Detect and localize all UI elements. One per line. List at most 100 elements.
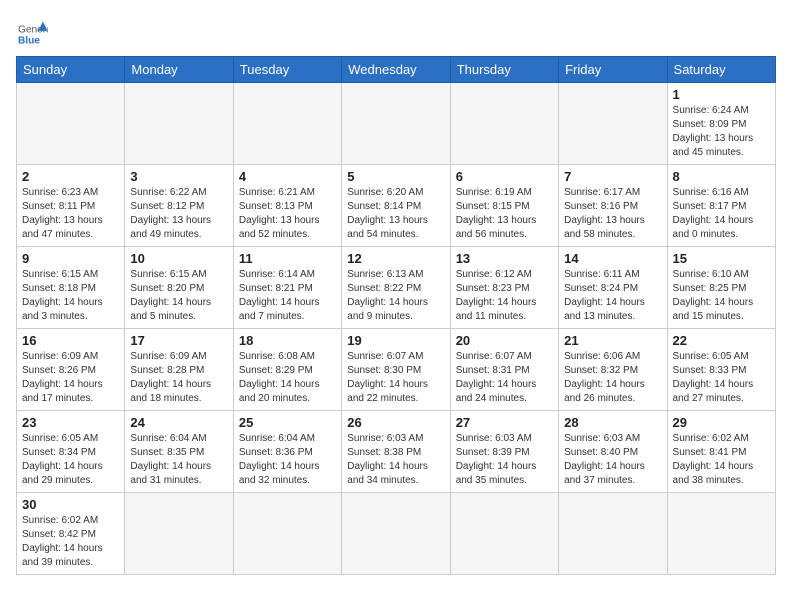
calendar-cell: 9 Sunrise: 6:15 AM Sunset: 8:18 PM Daylig… (17, 247, 125, 329)
day-info: Sunrise: 6:08 AM Sunset: 8:29 PM Dayligh… (239, 350, 336, 406)
calendar-week-1: 1Sunrise: 6:24 AM Sunset: 8:09 PM Daylig… (17, 83, 776, 165)
calendar-header-row: SundayMondayTuesdayWednesdayThursdayFrid… (17, 57, 776, 83)
day-info: Sunrise: 6:05 AM Sunset: 8:34 PM Dayligh… (22, 432, 119, 488)
calendar-cell (342, 493, 450, 575)
calendar-cell (667, 493, 775, 575)
day-number: 17 (130, 333, 227, 348)
calendar-cell: 1Sunrise: 6:24 AM Sunset: 8:09 PM Daylig… (667, 83, 775, 165)
calendar-cell: 14 Sunrise: 6:11 AM Sunset: 8:24 PM Dayli… (559, 247, 667, 329)
day-info: Sunrise: 6:22 AM Sunset: 8:12 PM Dayligh… (130, 186, 227, 242)
day-number: 24 (130, 415, 227, 430)
calendar-cell: 24 Sunrise: 6:04 AM Sunset: 8:35 PM Dayli… (125, 411, 233, 493)
day-number: 5 (347, 169, 444, 184)
day-number: 4 (239, 169, 336, 184)
day-info: Sunrise: 6:17 AM Sunset: 8:16 PM Dayligh… (564, 186, 661, 242)
calendar-cell: 22Sunrise: 6:05 AM Sunset: 8:33 PM Dayli… (667, 329, 775, 411)
day-number: 18 (239, 333, 336, 348)
day-info: Sunrise: 6:04 AM Sunset: 8:35 PM Dayligh… (130, 432, 227, 488)
calendar-cell: 27 Sunrise: 6:03 AM Sunset: 8:39 PM Dayli… (450, 411, 558, 493)
day-info: Sunrise: 6:03 AM Sunset: 8:38 PM Dayligh… (347, 432, 444, 488)
calendar-cell: 28 Sunrise: 6:03 AM Sunset: 8:40 PM Dayli… (559, 411, 667, 493)
day-info: Sunrise: 6:14 AM Sunset: 8:21 PM Dayligh… (239, 268, 336, 324)
day-info: Sunrise: 6:16 AM Sunset: 8:17 PM Dayligh… (673, 186, 770, 242)
day-number: 12 (347, 251, 444, 266)
calendar-week-4: 16 Sunrise: 6:09 AM Sunset: 8:26 PM Dayli… (17, 329, 776, 411)
day-info: Sunrise: 6:21 AM Sunset: 8:13 PM Dayligh… (239, 186, 336, 242)
calendar-cell: 19 Sunrise: 6:07 AM Sunset: 8:30 PM Dayli… (342, 329, 450, 411)
calendar-cell: 11 Sunrise: 6:14 AM Sunset: 8:21 PM Dayli… (233, 247, 341, 329)
day-info: Sunrise: 6:11 AM Sunset: 8:24 PM Dayligh… (564, 268, 661, 324)
calendar-cell: 18 Sunrise: 6:08 AM Sunset: 8:29 PM Dayli… (233, 329, 341, 411)
svg-text:Blue: Blue (18, 35, 40, 46)
day-info: Sunrise: 6:10 AM Sunset: 8:25 PM Dayligh… (673, 268, 770, 324)
day-number: 15 (673, 251, 770, 266)
day-info: Sunrise: 6:02 AM Sunset: 8:41 PM Dayligh… (673, 432, 770, 488)
day-info: Sunrise: 6:09 AM Sunset: 8:26 PM Dayligh… (22, 350, 119, 406)
day-number: 11 (239, 251, 336, 266)
calendar-cell: 13Sunrise: 6:12 AM Sunset: 8:23 PM Dayli… (450, 247, 558, 329)
calendar-cell: 23 Sunrise: 6:05 AM Sunset: 8:34 PM Dayli… (17, 411, 125, 493)
calendar-week-2: 2 Sunrise: 6:23 AM Sunset: 8:11 PM Daylig… (17, 165, 776, 247)
col-header-monday: Monday (125, 57, 233, 83)
logo-icon: General Blue (16, 20, 48, 48)
day-info: Sunrise: 6:09 AM Sunset: 8:28 PM Dayligh… (130, 350, 227, 406)
calendar-cell: 10 Sunrise: 6:15 AM Sunset: 8:20 PM Dayli… (125, 247, 233, 329)
day-info: Sunrise: 6:23 AM Sunset: 8:11 PM Dayligh… (22, 186, 119, 242)
calendar-cell: 29Sunrise: 6:02 AM Sunset: 8:41 PM Dayli… (667, 411, 775, 493)
calendar-cell: 15 Sunrise: 6:10 AM Sunset: 8:25 PM Dayli… (667, 247, 775, 329)
day-number: 19 (347, 333, 444, 348)
calendar-cell: 5 Sunrise: 6:20 AM Sunset: 8:14 PM Daylig… (342, 165, 450, 247)
calendar-cell (233, 493, 341, 575)
calendar-cell (17, 83, 125, 165)
calendar-cell (559, 493, 667, 575)
col-header-thursday: Thursday (450, 57, 558, 83)
calendar-cell: 25Sunrise: 6:04 AM Sunset: 8:36 PM Dayli… (233, 411, 341, 493)
calendar-cell: 8 Sunrise: 6:16 AM Sunset: 8:17 PM Daylig… (667, 165, 775, 247)
col-header-sunday: Sunday (17, 57, 125, 83)
calendar-cell (125, 83, 233, 165)
calendar-cell: 30Sunrise: 6:02 AM Sunset: 8:42 PM Dayli… (17, 493, 125, 575)
day-info: Sunrise: 6:15 AM Sunset: 8:20 PM Dayligh… (130, 268, 227, 324)
day-number: 7 (564, 169, 661, 184)
day-number: 25 (239, 415, 336, 430)
day-number: 6 (456, 169, 553, 184)
logo: General Blue (16, 20, 48, 48)
day-number: 10 (130, 251, 227, 266)
day-info: Sunrise: 6:15 AM Sunset: 8:18 PM Dayligh… (22, 268, 119, 324)
calendar-table: SundayMondayTuesdayWednesdayThursdayFrid… (16, 56, 776, 575)
day-number: 27 (456, 415, 553, 430)
day-info: Sunrise: 6:13 AM Sunset: 8:22 PM Dayligh… (347, 268, 444, 324)
calendar-cell: 4 Sunrise: 6:21 AM Sunset: 8:13 PM Daylig… (233, 165, 341, 247)
day-number: 26 (347, 415, 444, 430)
day-number: 16 (22, 333, 119, 348)
calendar-cell: 21Sunrise: 6:06 AM Sunset: 8:32 PM Dayli… (559, 329, 667, 411)
calendar-cell: 26 Sunrise: 6:03 AM Sunset: 8:38 PM Dayli… (342, 411, 450, 493)
day-number: 9 (22, 251, 119, 266)
day-number: 14 (564, 251, 661, 266)
day-info: Sunrise: 6:03 AM Sunset: 8:40 PM Dayligh… (564, 432, 661, 488)
day-number: 2 (22, 169, 119, 184)
day-info: Sunrise: 6:06 AM Sunset: 8:32 PM Dayligh… (564, 350, 661, 406)
day-info: Sunrise: 6:02 AM Sunset: 8:42 PM Dayligh… (22, 514, 119, 570)
calendar-cell (450, 493, 558, 575)
page-header: General Blue (16, 16, 776, 48)
day-number: 8 (673, 169, 770, 184)
col-header-wednesday: Wednesday (342, 57, 450, 83)
day-info: Sunrise: 6:05 AM Sunset: 8:33 PM Dayligh… (673, 350, 770, 406)
day-number: 3 (130, 169, 227, 184)
calendar-cell: 17 Sunrise: 6:09 AM Sunset: 8:28 PM Dayli… (125, 329, 233, 411)
col-header-tuesday: Tuesday (233, 57, 341, 83)
day-info: Sunrise: 6:12 AM Sunset: 8:23 PM Dayligh… (456, 268, 553, 324)
day-info: Sunrise: 6:03 AM Sunset: 8:39 PM Dayligh… (456, 432, 553, 488)
day-info: Sunrise: 6:07 AM Sunset: 8:31 PM Dayligh… (456, 350, 553, 406)
calendar-cell: 12 Sunrise: 6:13 AM Sunset: 8:22 PM Dayli… (342, 247, 450, 329)
calendar-week-6: 30Sunrise: 6:02 AM Sunset: 8:42 PM Dayli… (17, 493, 776, 575)
day-number: 23 (22, 415, 119, 430)
calendar-cell (342, 83, 450, 165)
calendar-week-3: 9 Sunrise: 6:15 AM Sunset: 8:18 PM Daylig… (17, 247, 776, 329)
calendar-cell (559, 83, 667, 165)
day-info: Sunrise: 6:20 AM Sunset: 8:14 PM Dayligh… (347, 186, 444, 242)
calendar-cell (450, 83, 558, 165)
day-info: Sunrise: 6:07 AM Sunset: 8:30 PM Dayligh… (347, 350, 444, 406)
day-number: 28 (564, 415, 661, 430)
